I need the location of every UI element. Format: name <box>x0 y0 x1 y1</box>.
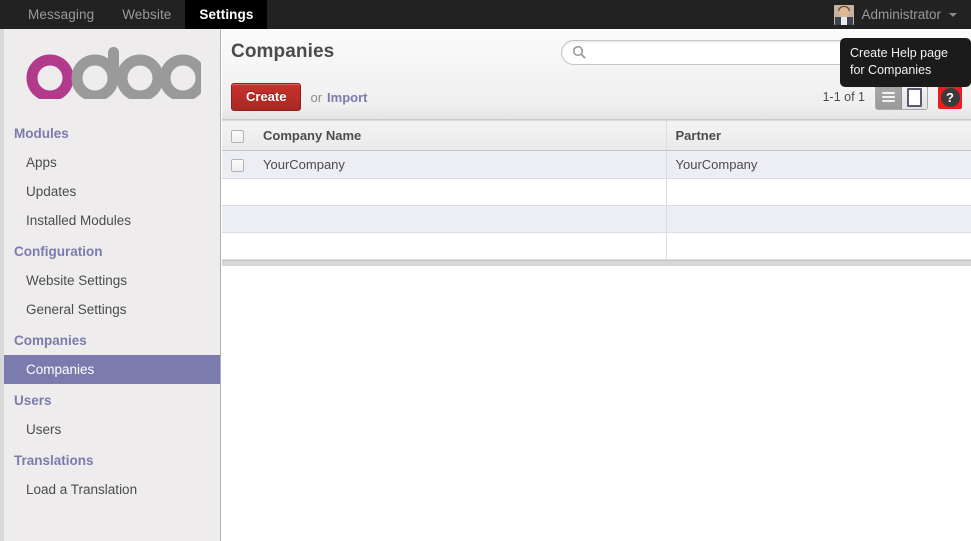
table-row <box>222 206 971 233</box>
list-view-button[interactable] <box>876 85 902 109</box>
sidebar-group-users: Users Users <box>4 384 220 444</box>
cell-company-name <box>254 233 666 260</box>
cell-partner <box>666 179 971 206</box>
cell-partner <box>666 233 971 260</box>
list-bottom-bar <box>222 260 971 266</box>
page-title: Companies <box>231 41 334 63</box>
odoo-logo[interactable] <box>4 29 220 117</box>
row-select-cell <box>222 151 254 179</box>
navbar-menu: Messaging Website Settings <box>14 0 267 29</box>
nav-item-messaging[interactable]: Messaging <box>14 0 108 29</box>
question-mark-icon: ? <box>941 88 960 107</box>
sidebar-section-companies: Companies <box>4 324 220 355</box>
top-navbar: Messaging Website Settings Administrator <box>0 0 971 29</box>
sidebar-section-translations: Translations <box>4 444 220 475</box>
row-select-cell <box>222 179 254 206</box>
companies-list-table: Company Name Partner YourCompany YourCom… <box>222 120 971 260</box>
select-all-header <box>222 121 254 151</box>
sidebar-item-companies[interactable]: Companies <box>4 355 220 384</box>
table-row <box>222 233 971 260</box>
sidebar-item-updates[interactable]: Updates <box>4 177 220 206</box>
chevron-down-icon <box>949 13 957 17</box>
sidebar-group-configuration: Configuration Website Settings General S… <box>4 235 220 324</box>
sidebar-group-companies: Companies Companies <box>4 324 220 384</box>
control-panel-right: 1-1 of 1 ? <box>823 84 962 110</box>
sidebar-item-load-a-translation[interactable]: Load a Translation <box>4 475 220 504</box>
row-checkbox[interactable] <box>231 159 244 172</box>
create-button[interactable]: Create <box>231 83 301 111</box>
nav-item-website[interactable]: Website <box>108 0 185 29</box>
help-button[interactable]: ? <box>938 85 962 109</box>
sidebar-item-website-settings[interactable]: Website Settings <box>4 266 220 295</box>
sidebar-section-configuration: Configuration <box>4 235 220 266</box>
odoo-logo-icon <box>23 43 201 99</box>
help-tooltip: Create Help page for Companies <box>840 38 971 87</box>
cell-company-name <box>254 179 666 206</box>
sidebar-group-modules: Modules Apps Updates Installed Modules <box>4 117 220 235</box>
cell-partner: YourCompany <box>666 151 971 179</box>
form-icon <box>907 88 922 107</box>
user-photo-avatar <box>834 5 854 25</box>
pager-label[interactable]: 1-1 of 1 <box>823 90 865 104</box>
sidebar-group-translations: Translations Load a Translation <box>4 444 220 504</box>
cell-company-name <box>254 206 666 233</box>
user-menu[interactable]: Administrator <box>834 0 971 29</box>
search-icon <box>572 45 586 59</box>
column-header-partner[interactable]: Partner <box>666 121 971 151</box>
view-switcher <box>875 84 928 110</box>
sidebar-item-users[interactable]: Users <box>4 415 220 444</box>
import-link[interactable]: Import <box>327 90 367 105</box>
sidebar-item-installed-modules[interactable]: Installed Modules <box>4 206 220 235</box>
sidebar: Modules Apps Updates Installed Modules C… <box>4 29 221 541</box>
sidebar-section-users: Users <box>4 384 220 415</box>
table-header-row: Company Name Partner <box>222 121 971 151</box>
column-header-company-name[interactable]: Company Name <box>254 121 666 151</box>
select-all-checkbox[interactable] <box>231 130 244 143</box>
row-select-cell <box>222 233 254 260</box>
or-label: or <box>310 90 322 105</box>
sidebar-section-modules: Modules <box>4 117 220 148</box>
table-row <box>222 179 971 206</box>
main-content: Companies Create or Import 1-1 of 1 <box>222 29 971 541</box>
cell-partner <box>666 206 971 233</box>
user-name-label: Administrator <box>861 7 941 22</box>
list-icon <box>882 92 895 102</box>
row-select-cell <box>222 206 254 233</box>
sidebar-item-apps[interactable]: Apps <box>4 148 220 177</box>
cell-company-name: YourCompany <box>254 151 666 179</box>
form-view-button[interactable] <box>902 85 927 109</box>
sidebar-item-general-settings[interactable]: General Settings <box>4 295 220 324</box>
nav-item-settings[interactable]: Settings <box>185 0 267 29</box>
table-row[interactable]: YourCompany YourCompany <box>222 151 971 179</box>
